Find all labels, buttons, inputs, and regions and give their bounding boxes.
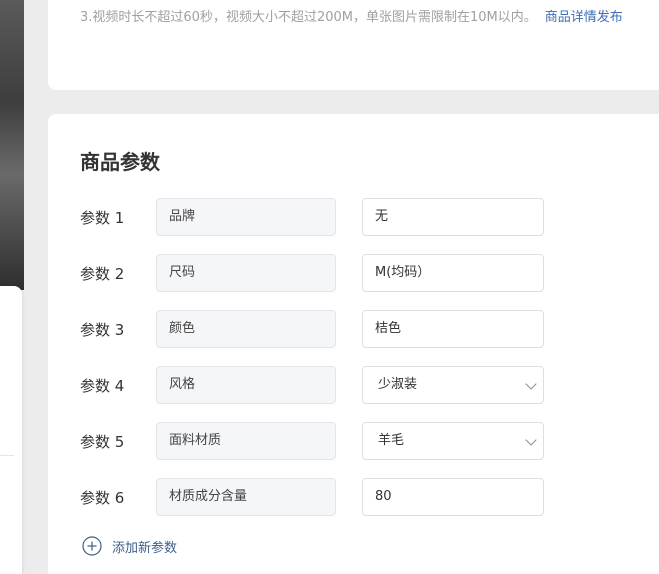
param-row: 参数 3 颜色 桔色 <box>80 310 550 350</box>
param-value-select[interactable]: 羊毛 <box>362 422 544 460</box>
param-value-input[interactable]: 无 <box>362 198 544 236</box>
chevron-down-icon <box>525 434 537 446</box>
param-label: 参数 2 <box>80 265 125 283</box>
param-label: 参数 1 <box>80 209 125 227</box>
product-detail-link[interactable]: 商品详情发布 <box>545 10 623 25</box>
page: 3.视频时长不超过60秒，视频大小不超过200M，单张图片需限制在10M以内。商… <box>0 0 659 574</box>
background-image <box>0 0 24 290</box>
param-label: 参数 4 <box>80 377 125 395</box>
param-value-selected: 少淑装 <box>378 377 418 392</box>
param-label: 参数 6 <box>80 489 125 507</box>
param-name-field[interactable]: 颜色 <box>156 310 336 348</box>
param-value-selected: 羊毛 <box>378 433 405 448</box>
param-name-field[interactable]: 材质成分含量 <box>156 478 336 516</box>
param-row: 参数 1 品牌 无 <box>80 198 550 238</box>
add-param-button[interactable]: 添加新参数 <box>82 535 177 557</box>
param-name-field[interactable]: 风格 <box>156 366 336 404</box>
param-name-field[interactable]: 尺码 <box>156 254 336 292</box>
plus-circle-icon <box>82 536 102 556</box>
param-value-input[interactable]: 桔色 <box>362 310 544 348</box>
side-panel <box>0 286 22 574</box>
param-label: 参数 3 <box>80 321 125 339</box>
param-label: 参数 5 <box>80 433 125 451</box>
param-row: 参数 2 尺码 M(均码） <box>80 254 550 294</box>
param-value-select[interactable]: 少淑装 <box>362 366 544 404</box>
upload-requirements-text: 3.视频时长不超过60秒，视频大小不超过200M，单张图片需限制在10M以内。 <box>80 10 537 25</box>
upload-requirements-note: 3.视频时长不超过60秒，视频大小不超过200M，单张图片需限制在10M以内。商… <box>80 8 623 28</box>
param-value-input[interactable]: 80 <box>362 478 544 516</box>
param-row: 参数 6 材质成分含量 80 <box>80 478 550 518</box>
param-name-field[interactable]: 面料材质 <box>156 422 336 460</box>
side-panel-divider <box>0 455 14 456</box>
param-row: 参数 5 面料材质 羊毛 <box>80 422 550 462</box>
param-name-field[interactable]: 品牌 <box>156 198 336 236</box>
section-title: 商品参数 <box>80 150 160 174</box>
param-value-input[interactable]: M(均码） <box>362 254 544 292</box>
add-param-label: 添加新参数 <box>112 540 178 556</box>
param-row: 参数 4 风格 少淑装 <box>80 366 550 406</box>
chevron-down-icon <box>525 378 537 390</box>
